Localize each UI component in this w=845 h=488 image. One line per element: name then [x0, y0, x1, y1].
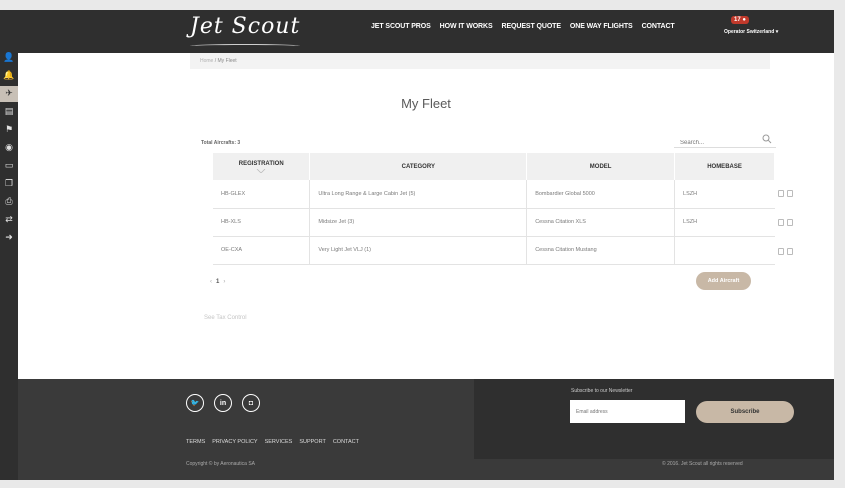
tax-control-link[interactable]: See Tax Control [204, 315, 247, 321]
table-row[interactable]: OE-CXA Very Light Jet VLJ (1) Cessna Cit… [213, 236, 775, 265]
flag-icon[interactable]: ⚑ [0, 122, 18, 138]
col-registration-label: REGISTRATION [238, 160, 284, 167]
twitter-icon[interactable]: 🐦 [186, 394, 204, 412]
nav-contact[interactable]: CONTACT [642, 23, 675, 30]
book-icon[interactable]: ▤ [0, 104, 18, 120]
page-title: My Fleet [401, 96, 451, 111]
globe-icon[interactable]: ◉ [0, 140, 18, 156]
newsletter-section: Subscribe to our Newsletter Subscribe [474, 379, 834, 459]
linkedin-icon[interactable]: in [214, 394, 232, 412]
car-icon[interactable]: ▭ [0, 158, 18, 174]
footer-link-privacy[interactable]: PRIVACY POLICY [212, 439, 257, 445]
chevron-down-icon: ▾ [775, 29, 779, 35]
copy-icon[interactable] [787, 190, 793, 197]
table-row[interactable]: HB-GLEX Ultra Long Range & Large Cabin J… [213, 180, 775, 209]
footer-link-support[interactable]: SUPPORT [299, 439, 326, 445]
copy-icon[interactable] [787, 219, 793, 226]
pagination: ‹ 1 › [210, 279, 225, 285]
col-category[interactable]: CATEGORY [309, 153, 528, 180]
cell-registration: HB-GLEX [213, 180, 311, 209]
search-box [674, 131, 776, 148]
pager-page-1[interactable]: 1 [216, 279, 219, 285]
logout-icon[interactable]: ➜ [0, 230, 18, 246]
total-aircrafts: Total Aircrafts: 3 [201, 140, 241, 146]
pager-prev[interactable]: ‹ [210, 279, 212, 285]
cell-homebase: LSZH [674, 180, 775, 209]
footer-link-services[interactable]: SERVICES [265, 439, 293, 445]
col-registration[interactable]: REGISTRATION [213, 153, 311, 180]
rights-reserved: © 2016. Jet Scout all rights reserved [662, 461, 743, 467]
user-icon[interactable]: 👤 [0, 50, 18, 66]
user-icon: ● [742, 17, 746, 23]
bell-icon[interactable]: 🔔 [0, 68, 18, 84]
nav-request-quote[interactable]: REQUEST QUOTE [502, 23, 561, 30]
search-icon[interactable] [762, 134, 772, 144]
table-header-row: REGISTRATION CATEGORY MODEL HOMEBASE [213, 153, 775, 180]
search-input[interactable] [680, 140, 750, 146]
add-aircraft-button[interactable]: Add Aircraft [696, 272, 751, 290]
row-actions [778, 219, 793, 226]
copyright: Copyright © by Aeronautica SA [186, 461, 255, 467]
swap-icon[interactable]: ⇄ [0, 212, 18, 228]
fleet-table: REGISTRATION CATEGORY MODEL HOMEBASE HB-… [213, 153, 775, 265]
cell-model: Cessna Citation Mustang [526, 236, 676, 265]
operator-name: Operator Switzerland [724, 29, 775, 35]
top-navbar: Jet Scout JET SCOUT PROS HOW IT WORKS RE… [18, 10, 834, 53]
footer-link-terms[interactable]: TERMS [186, 439, 205, 445]
cell-category: Very Light Jet VLJ (1) [309, 236, 528, 265]
edit-icon[interactable] [778, 190, 784, 197]
sort-caret-icon [256, 168, 266, 173]
cell-registration: HB-XLS [213, 208, 311, 237]
notification-badge[interactable]: 17 ● [731, 16, 749, 24]
row-actions [778, 190, 793, 197]
copy-icon[interactable] [787, 248, 793, 255]
nav-how-it-works[interactable]: HOW IT WORKS [440, 23, 493, 30]
print-icon[interactable]: ⎙ [0, 194, 18, 210]
cell-model: Bombardier Global 5000 [526, 180, 676, 209]
edit-icon[interactable] [778, 219, 784, 226]
cell-homebase: LSZH [674, 208, 775, 237]
main-content: Home / My Fleet My Fleet Total Aircrafts… [18, 53, 834, 379]
logo-swash [190, 44, 300, 48]
newsletter-label: Subscribe to our Newsletter [571, 388, 633, 394]
left-icon-sidebar: 👤 🔔 ✈ ▤ ⚑ ◉ ▭ ❐ ⎙ ⇄ ➜ [0, 10, 18, 480]
plane-icon[interactable]: ✈ [0, 86, 18, 102]
email-field[interactable] [570, 400, 685, 423]
nav-one-way-flights[interactable]: ONE WAY FLIGHTS [570, 23, 633, 30]
edit-icon[interactable] [778, 248, 784, 255]
breadcrumb: Home / My Fleet [190, 53, 770, 69]
footer-links: TERMS PRIVACY POLICY SERVICES SUPPORT CO… [186, 439, 359, 445]
pager-next[interactable]: › [223, 279, 225, 285]
breadcrumb-current: My Fleet [217, 58, 237, 64]
cell-homebase [674, 236, 775, 265]
footer-link-contact[interactable]: CONTACT [333, 439, 359, 445]
social-links: 🐦 in ◘ [186, 394, 260, 412]
table-row[interactable]: HB-XLS Midsize Jet (3) Cessna Citation X… [213, 208, 775, 237]
nav-jet-scout-pros[interactable]: JET SCOUT PROS [371, 23, 431, 30]
footer: 🐦 in ◘ Subscribe to our Newsletter Subsc… [18, 379, 834, 480]
col-model[interactable]: MODEL [526, 153, 676, 180]
operator-dropdown[interactable]: Operator Switzerland ▾ [724, 29, 778, 35]
subscribe-button[interactable]: Subscribe [696, 401, 794, 423]
cell-category: Midsize Jet (3) [309, 208, 528, 237]
breadcrumb-home[interactable]: Home [200, 58, 213, 64]
col-homebase[interactable]: HOMEBASE [674, 153, 775, 180]
row-actions [778, 248, 793, 255]
cell-registration: OE-CXA [213, 236, 311, 265]
main-nav: JET SCOUT PROS HOW IT WORKS REQUEST QUOT… [371, 23, 684, 30]
cell-model: Cessna Citation XLS [526, 208, 676, 237]
cell-category: Ultra Long Range & Large Cabin Jet (5) [309, 180, 528, 209]
badge-count: 17 [734, 17, 741, 23]
copy-icon[interactable]: ❐ [0, 176, 18, 192]
instagram-icon[interactable]: ◘ [242, 394, 260, 412]
jet-scout-logo[interactable]: Jet Scout [190, 14, 300, 39]
